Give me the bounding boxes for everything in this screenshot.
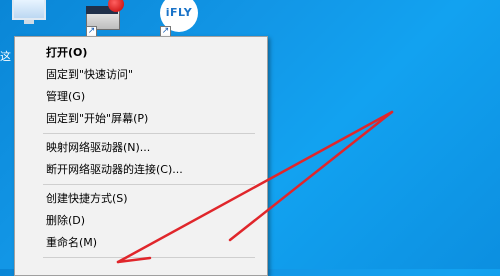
menu-separator xyxy=(43,133,255,134)
monitor-icon xyxy=(12,0,46,20)
desktop-icon-label-strip: 这 xyxy=(0,40,14,269)
menu-item-pin-start[interactable]: 固定到"开始"屏幕(P) xyxy=(15,108,267,130)
menu-item-create-shortcut[interactable]: 创建快捷方式(S) xyxy=(15,188,267,210)
menu-item-open[interactable]: 打开(O) xyxy=(15,42,267,64)
monitor-stand xyxy=(24,20,34,24)
menu-item-disconnect-network-drive[interactable]: 断开网络驱动器的连接(C)... xyxy=(15,159,267,181)
this-pc-label: 这 xyxy=(0,50,11,63)
context-menu: 打开(O) 固定到"快速访问" 管理(G) 固定到"开始"屏幕(P) 映射网络驱… xyxy=(14,36,268,276)
this-pc-icon[interactable] xyxy=(8,0,52,26)
menu-separator xyxy=(43,257,255,258)
menu-item-manage[interactable]: 管理(G) xyxy=(15,86,267,108)
menu-separator xyxy=(43,184,255,185)
app-red-ball-icon xyxy=(108,0,124,12)
menu-item-pin-quick-access[interactable]: 固定到"快速访问" xyxy=(15,64,267,86)
menu-item-map-network-drive[interactable]: 映射网络驱动器(N)... xyxy=(15,137,267,159)
menu-item-rename[interactable]: 重命名(M) xyxy=(15,232,267,254)
menu-item-delete[interactable]: 删除(D) xyxy=(15,210,267,232)
